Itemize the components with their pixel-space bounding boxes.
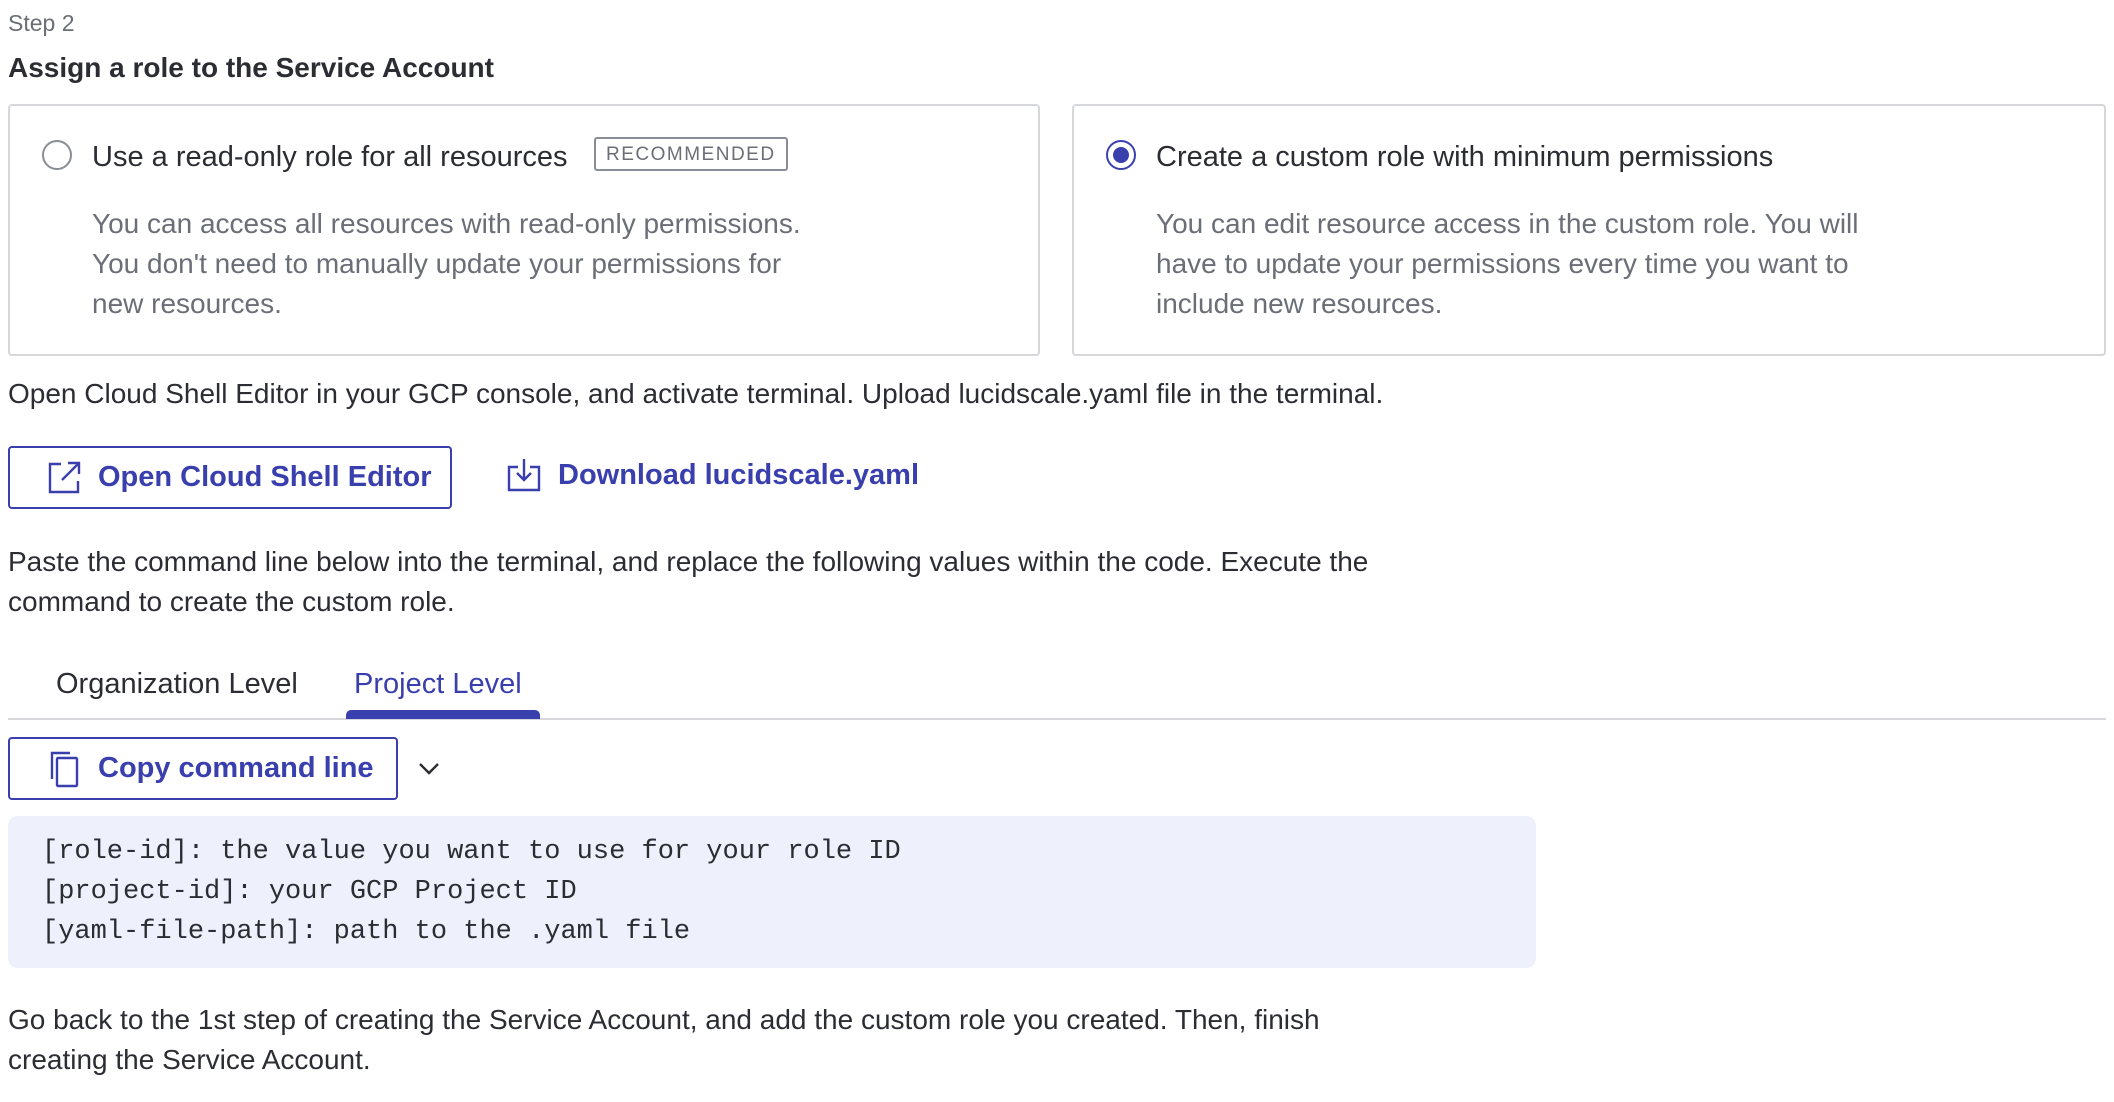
active-tab-indicator <box>346 710 540 719</box>
code-line-project-id: [project-id]: your GCP Project ID <box>42 877 577 907</box>
open-shell-instruction: Open Cloud Shell Editor in your GCP cons… <box>8 378 1384 409</box>
chevron-down-icon[interactable] <box>412 752 446 786</box>
option-description-custom: You can edit resource access in the cust… <box>1156 208 1859 319</box>
external-link-icon <box>44 458 84 498</box>
copy-icon <box>44 749 84 789</box>
tab-project-level[interactable]: Project Level <box>354 668 522 701</box>
copy-command-label: Copy command line <box>98 752 374 784</box>
option-title-read-only: Use a read-only role for all resources <box>92 141 568 173</box>
open-cloud-shell-button[interactable]: Open Cloud Shell Editor <box>8 446 452 509</box>
download-yaml-label: Download lucidscale.yaml <box>558 458 919 491</box>
option-description-read-only: You can access all resources with read-o… <box>92 208 801 319</box>
download-icon <box>504 455 544 495</box>
code-line-role-id: [role-id]: the value you want to use for… <box>42 837 901 867</box>
command-values-block: [role-id]: the value you want to use for… <box>8 816 1536 968</box>
option-custom-role[interactable]: Create a custom role with minimum permis… <box>1072 104 2106 356</box>
go-back-instruction: Go back to the 1st step of creating the … <box>8 1004 1320 1075</box>
radio-custom-role[interactable] <box>1106 140 1136 170</box>
code-line-yaml-path: [yaml-file-path]: path to the .yaml file <box>42 917 691 947</box>
step-label: Step 2 <box>8 10 75 36</box>
radio-read-only-role[interactable] <box>42 140 72 170</box>
option-read-only-role[interactable]: Use a read-only role for all resources R… <box>8 104 1040 356</box>
option-title-custom: Create a custom role with minimum permis… <box>1156 141 1774 173</box>
section-title: Assign a role to the Service Account <box>8 52 494 83</box>
paste-command-instruction: Paste the command line below into the te… <box>8 546 1369 617</box>
recommended-badge: RECOMMENDED <box>594 137 788 171</box>
copy-command-button[interactable]: Copy command line <box>8 737 398 800</box>
tab-organization-level[interactable]: Organization Level <box>56 668 298 701</box>
open-cloud-shell-label: Open Cloud Shell Editor <box>98 461 432 493</box>
level-tabs: Organization Level Project Level <box>8 662 2106 720</box>
download-yaml-link[interactable]: Download lucidscale.yaml <box>504 455 919 495</box>
